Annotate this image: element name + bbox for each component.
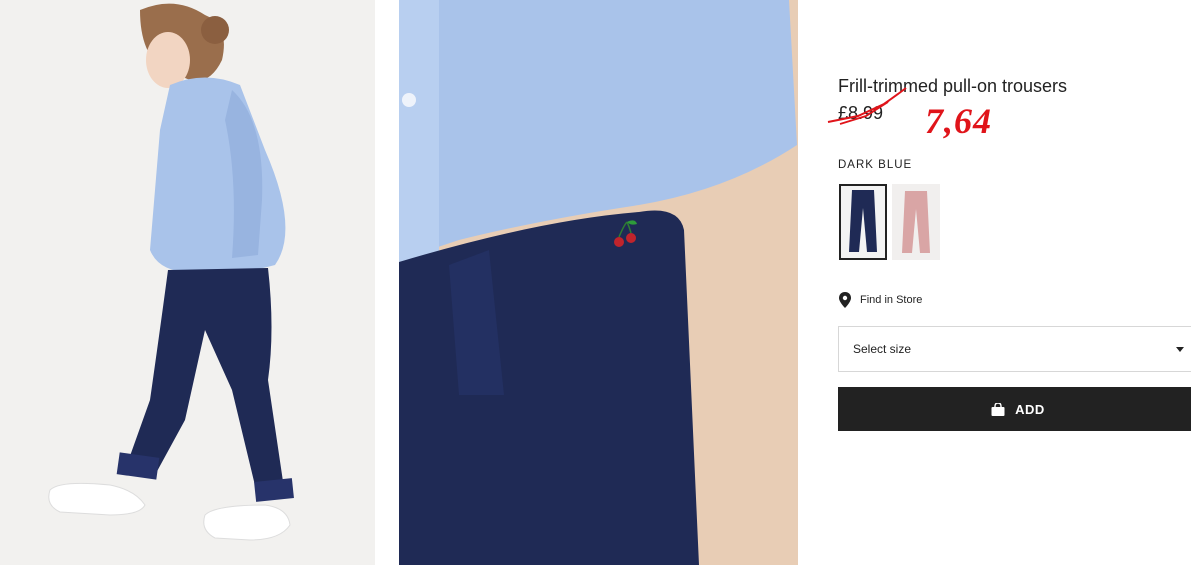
pink-trousers-thumbnail [902, 191, 930, 253]
swatch-pink[interactable] [892, 184, 940, 260]
color-label: DARK BLUE [838, 159, 913, 171]
size-select[interactable]: Select size [838, 326, 1191, 372]
shopping-bag-icon [991, 402, 1005, 416]
dark-blue-trousers-thumbnail [849, 190, 877, 252]
model-illustration [0, 0, 375, 565]
find-in-store-link[interactable]: Find in Store [838, 292, 922, 308]
new-price-annotation: 7,64 [925, 101, 992, 141]
product-title: Frill-trimmed pull-on trousers [838, 76, 1068, 96]
product-photo-full[interactable] [0, 0, 375, 565]
swatch-dark-blue[interactable] [839, 184, 887, 260]
product-info-panel: Frill-trimmed pull-on trousers £8.99 7,6… [827, 0, 1191, 569]
caret-down-icon [1176, 347, 1184, 352]
old-price: £8.99 [838, 103, 884, 123]
location-pin-icon [839, 292, 851, 308]
size-select-label: Select size [853, 342, 912, 356]
add-to-bag-button[interactable]: ADD [838, 387, 1191, 431]
product-photo-detail[interactable] [399, 0, 798, 565]
find-in-store-label: Find in Store [860, 294, 923, 306]
add-button-label: ADD [1015, 401, 1045, 417]
detail-illustration [399, 0, 798, 565]
